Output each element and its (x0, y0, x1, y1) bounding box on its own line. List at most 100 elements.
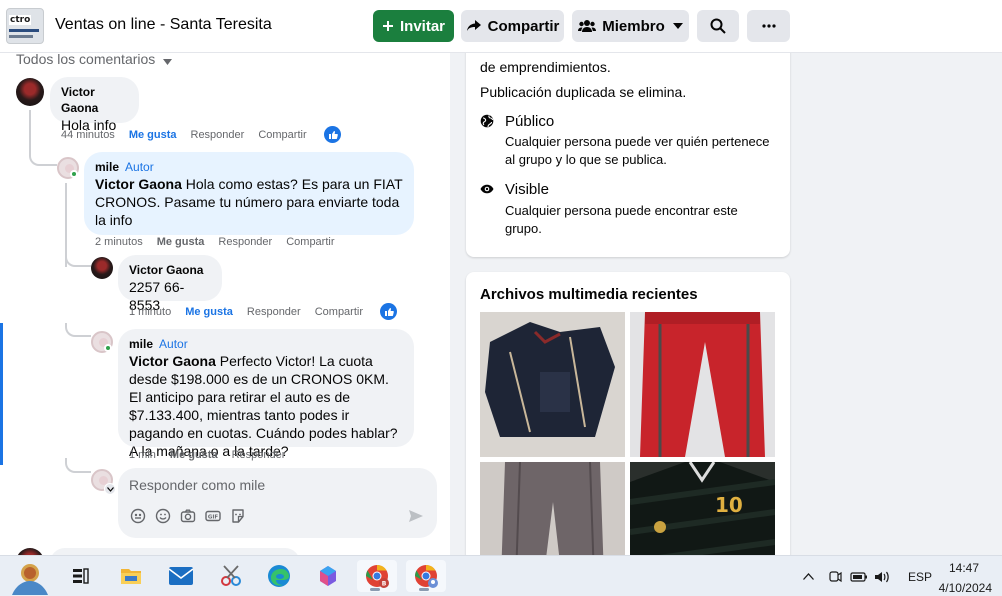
about-group-card: de emprendimientos. Publicación duplicad… (466, 30, 790, 257)
comment-author[interactable]: Victor Gaona (61, 84, 128, 116)
comment-author-name[interactable]: mile (95, 160, 119, 174)
comment-bubble: Victor Gaona 2257 66-8553 (118, 255, 222, 313)
send-icon[interactable] (408, 508, 424, 527)
comment-actions: 2 minutos Me gusta Responder Compartir (95, 236, 349, 248)
battery-icon[interactable] (850, 571, 868, 583)
composer-tools: GIF (130, 508, 246, 524)
group-cover-thumbnail[interactable]: ctro (6, 8, 44, 44)
camera-icon[interactable] (180, 508, 196, 524)
media-thumbnail[interactable] (630, 312, 775, 457)
comment-actions: 44 minutos Me gusta Responder Compartir (61, 129, 321, 141)
comment-timestamp[interactable]: 1 minuto (129, 306, 171, 318)
visibility-title: Visible (505, 181, 549, 198)
comment-timestamp[interactable]: 2 minutos (95, 236, 143, 248)
thread-highlight-marker (0, 323, 3, 465)
chrome-profile-b-icon[interactable]: B (357, 560, 397, 592)
task-view-icon[interactable] (63, 560, 99, 592)
svg-text:10: 10 (715, 493, 743, 517)
comment-author[interactable]: Victor Gaona (129, 262, 211, 278)
reply-composer: GIF (118, 468, 437, 538)
reply-button[interactable]: Responder (218, 236, 272, 248)
comment-timestamp[interactable]: 1 min (129, 449, 156, 461)
chevron-down-icon[interactable] (104, 483, 116, 495)
svg-text:GIF: GIF (208, 515, 219, 521)
thread-connector (65, 458, 91, 473)
mail-icon[interactable] (163, 560, 199, 592)
search-button[interactable] (697, 10, 739, 42)
comment-author-name[interactable]: mile (129, 337, 153, 351)
windows-taskbar: B ESP 14:47 4/10/2024 (0, 555, 1002, 596)
comments-panel: Todos los comentarios Victor Gaona Hola … (0, 53, 450, 555)
share-comment-button[interactable]: Compartir (315, 306, 363, 318)
comment-filter[interactable]: Todos los comentarios (16, 53, 173, 68)
taskbar-clock[interactable]: 14:47 4/10/2024 (939, 560, 992, 596)
group-header: ctro Ventas on line - Santa Teresita Inv… (0, 0, 1002, 53)
about-rule: Publicación duplicada se elimina. (480, 84, 687, 100)
like-button[interactable]: Me gusta (185, 306, 233, 318)
svg-text:B: B (382, 581, 387, 588)
globe-icon (480, 114, 494, 128)
more-options-button[interactable] (747, 10, 790, 42)
recent-media-title[interactable]: Archivos multimedia recientes (480, 286, 698, 303)
ellipsis-icon (761, 24, 776, 28)
eye-icon (480, 182, 494, 196)
like-reaction-icon[interactable] (324, 126, 341, 143)
reply-button[interactable]: Responder (191, 129, 245, 141)
reply-input[interactable] (129, 475, 409, 495)
emoji-icon[interactable] (155, 508, 171, 524)
edge-browser-icon[interactable] (261, 560, 297, 592)
mention-tag[interactable]: Victor Gaona (129, 353, 216, 369)
caret-down-icon (163, 53, 173, 68)
meet-now-icon[interactable] (828, 570, 842, 584)
member-button[interactable]: Miembro (572, 10, 689, 42)
invite-button[interactable]: Invitar (373, 10, 454, 42)
clock-time: 14:47 (948, 561, 979, 575)
author-badge: Autor (125, 160, 154, 174)
snipping-tool-icon[interactable] (213, 560, 249, 592)
chevron-up-icon[interactable] (803, 573, 814, 580)
file-explorer-icon[interactable] (113, 560, 149, 592)
like-button[interactable]: Me gusta (157, 236, 205, 248)
group-thumb-text: ctro (9, 15, 32, 25)
thread-connector (65, 323, 91, 337)
avatar[interactable] (16, 548, 44, 555)
share-comment-button[interactable]: Compartir (258, 129, 306, 141)
recent-media-card: Archivos multimedia recientes 10 (466, 272, 790, 596)
share-arrow-icon (466, 19, 482, 33)
comment-filter-label: Todos los comentarios (16, 53, 156, 67)
online-status-dot (104, 344, 112, 352)
search-icon (710, 18, 726, 34)
online-status-dot (70, 170, 78, 178)
author-badge: Autor (159, 337, 188, 351)
people-icon (578, 19, 597, 33)
share-button[interactable]: Compartir (461, 10, 564, 42)
like-button[interactable]: Me gusta (170, 449, 218, 461)
volume-icon[interactable] (874, 570, 890, 584)
share-comment-button[interactable]: Compartir (286, 236, 334, 248)
like-reaction-icon[interactable] (380, 303, 397, 320)
avatar-sticker-icon[interactable] (130, 508, 146, 524)
chrome-profile-icon[interactable] (406, 560, 446, 592)
thread-connector (65, 253, 91, 267)
comment-bubble (50, 548, 300, 555)
avatar[interactable] (16, 78, 44, 106)
avatar[interactable] (91, 257, 113, 279)
like-button[interactable]: Me gusta (129, 129, 177, 141)
privacy-title: Público (505, 113, 555, 130)
reply-button[interactable]: Responder (247, 306, 301, 318)
comment-actions: 1 min Me gusta Responder (129, 449, 299, 461)
group-name[interactable]: Ventas on line - Santa Teresita (55, 16, 272, 34)
comment-timestamp[interactable]: 44 minutos (61, 129, 115, 141)
about-description: de emprendimientos. (480, 59, 611, 75)
copilot-icon[interactable] (310, 560, 346, 592)
comment-bubble: mile Autor Victor Gaona Perfecto Victor! … (118, 329, 414, 459)
reply-button[interactable]: Responder (232, 449, 286, 461)
gif-icon[interactable]: GIF (205, 508, 221, 524)
member-label: Miembro (602, 17, 665, 35)
mention-tag[interactable]: Victor Gaona (95, 176, 182, 192)
media-thumbnail[interactable] (480, 312, 625, 457)
weather-widget-icon[interactable] (10, 558, 50, 596)
input-language[interactable]: ESP (908, 570, 932, 584)
share-label: Compartir (487, 17, 560, 35)
sticker-icon[interactable] (230, 508, 246, 524)
